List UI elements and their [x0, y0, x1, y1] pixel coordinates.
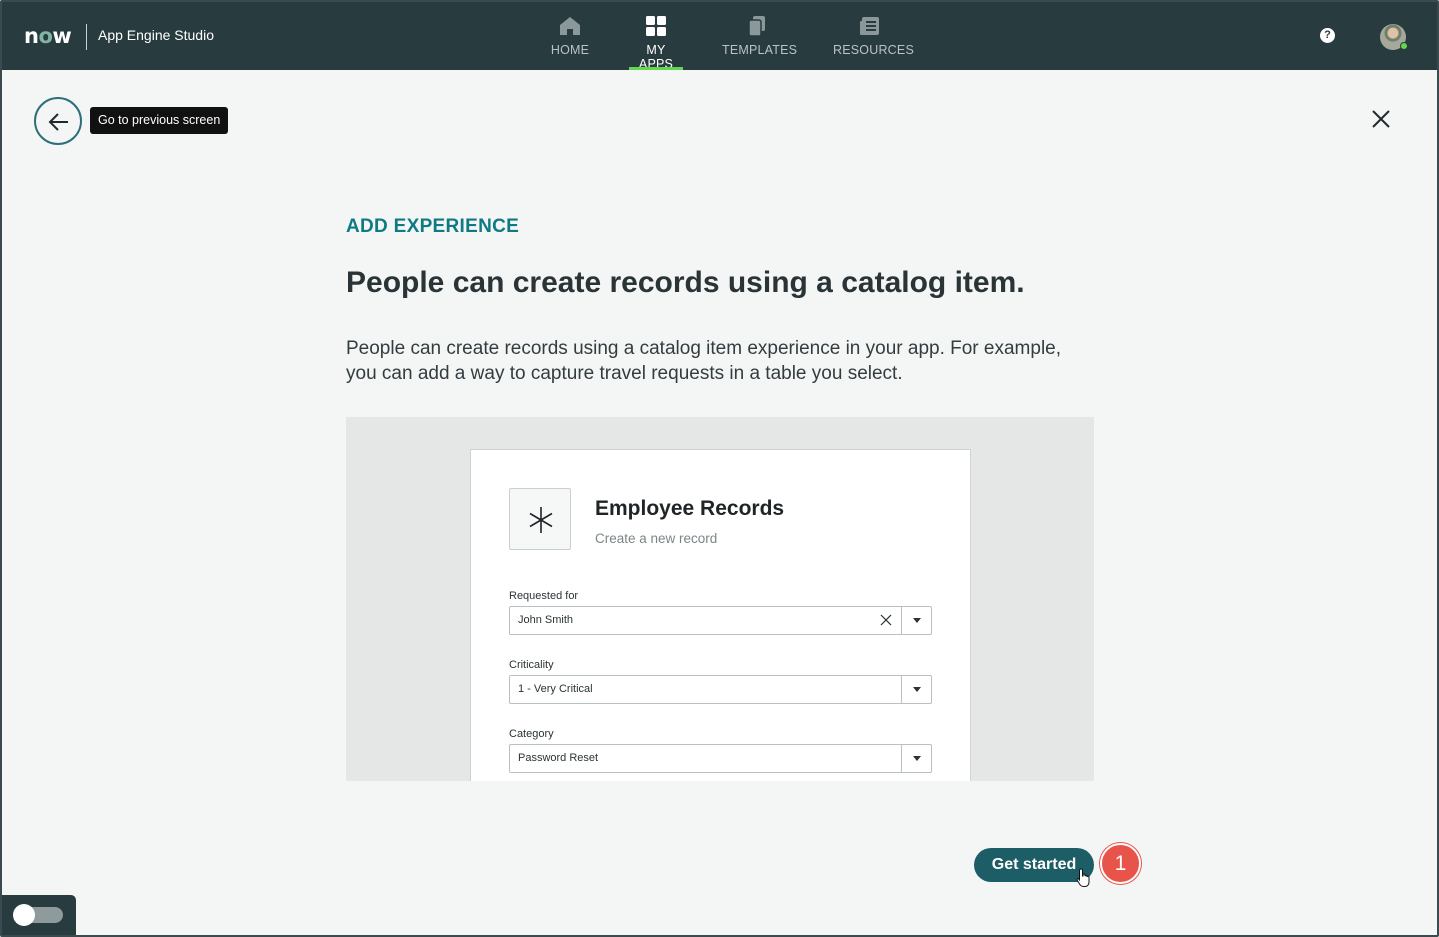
- field-value: 1 - Very Critical: [518, 683, 593, 695]
- top-navigation-bar: now App Engine Studio HOME MY APPS TEMPL…: [2, 2, 1437, 71]
- field-value: John Smith: [518, 614, 574, 626]
- nav-resources[interactable]: RESOURCES: [833, 2, 914, 70]
- nav-templates[interactable]: TEMPLATES: [722, 2, 798, 70]
- nav-my-apps[interactable]: MY APPS: [629, 2, 683, 71]
- chevron-down-icon[interactable]: [913, 756, 921, 761]
- nav-templates-label: TEMPLATES: [722, 43, 798, 57]
- catalog-item-card: Employee Records Create a new record Req…: [470, 449, 971, 781]
- criticality-select[interactable]: 1 - Very Critical: [509, 675, 932, 704]
- grid-icon: [646, 16, 666, 36]
- section-eyebrow: ADD EXPERIENCE: [346, 216, 520, 237]
- requested-for-select[interactable]: John Smith: [509, 606, 932, 635]
- chevron-down-icon[interactable]: [913, 687, 921, 692]
- experience-preview: Employee Records Create a new record Req…: [346, 417, 1094, 781]
- toggle-panel: [2, 895, 76, 935]
- clear-icon[interactable]: [879, 613, 893, 627]
- field-divider: [901, 607, 902, 634]
- asterisk-icon: [529, 507, 553, 533]
- close-icon: [1372, 110, 1390, 128]
- toggle-knob: [13, 904, 35, 926]
- page-description: People can create records using a catalo…: [346, 338, 1062, 384]
- catalog-item-icon-box: [509, 488, 571, 550]
- logo-divider: [86, 24, 87, 50]
- templates-icon: [748, 16, 765, 37]
- chevron-down-icon[interactable]: [913, 618, 921, 623]
- hand-cursor-icon: [1076, 868, 1090, 887]
- step-number-badge: 1: [1100, 843, 1141, 884]
- arrow-left-icon: [48, 113, 68, 131]
- close-button[interactable]: [1368, 106, 1394, 132]
- nav-resources-label: RESOURCES: [833, 43, 914, 57]
- field-divider: [901, 745, 902, 772]
- nav-home-label: HOME: [550, 43, 590, 57]
- help-icon[interactable]: ?: [1320, 28, 1335, 43]
- field-label-category: Category: [509, 728, 554, 740]
- card-subtitle: Create a new record: [595, 531, 718, 546]
- resources-icon: [860, 17, 879, 35]
- app-name: App Engine Studio: [98, 27, 214, 43]
- page-title: People can create records using a catalo…: [346, 266, 1025, 299]
- back-button[interactable]: [34, 97, 82, 145]
- app-window: now App Engine Studio HOME MY APPS TEMPL…: [0, 0, 1439, 937]
- field-label-requested-for: Requested for: [509, 590, 579, 602]
- field-divider: [901, 676, 902, 703]
- category-select[interactable]: Password Reset: [509, 744, 932, 773]
- active-tab-indicator: [629, 67, 683, 70]
- card-title: Employee Records: [595, 497, 785, 520]
- now-logo[interactable]: now: [24, 24, 72, 48]
- presence-indicator: [1400, 42, 1408, 50]
- toggle-switch[interactable]: [13, 904, 63, 926]
- nav-home[interactable]: HOME: [550, 2, 590, 70]
- home-icon: [560, 17, 580, 35]
- field-label-criticality: Criticality: [509, 659, 554, 671]
- field-value: Password Reset: [518, 752, 599, 764]
- back-tooltip: Go to previous screen: [90, 107, 229, 134]
